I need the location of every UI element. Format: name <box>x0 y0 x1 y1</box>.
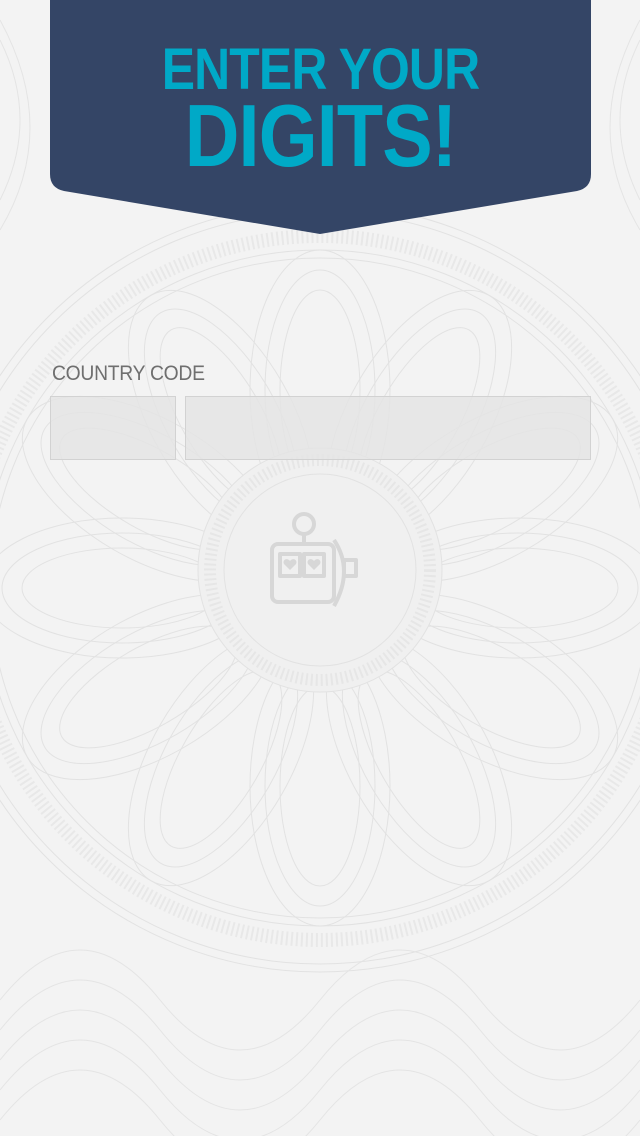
banner-title-line2: DIGITS! <box>184 86 457 185</box>
slot-machine-icon <box>270 512 358 607</box>
header-banner: ENTER YOUR DIGITS! <box>50 0 591 234</box>
phone-number-input[interactable] <box>185 396 591 460</box>
country-code-label: COUNTRY CODE <box>52 362 205 385</box>
country-code-input[interactable] <box>50 396 176 460</box>
